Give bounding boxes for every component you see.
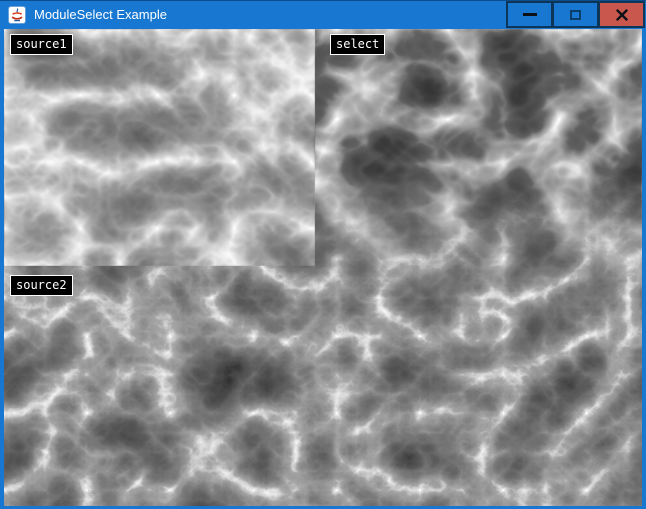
texture-source1-region: [4, 29, 315, 266]
label-source1: source1: [10, 34, 73, 55]
close-button[interactable]: [598, 1, 645, 28]
window-controls: [506, 1, 645, 29]
noise-render: [4, 29, 642, 506]
maximize-button[interactable]: [552, 1, 599, 28]
label-source2: source2: [10, 275, 73, 296]
app-window: ModuleSelect Example: [0, 0, 646, 509]
titlebar[interactable]: ModuleSelect Example: [0, 1, 646, 29]
minimize-icon: [523, 13, 537, 16]
label-select: select: [330, 34, 385, 55]
noise-canvas: source1 select source2: [4, 29, 642, 506]
minimize-button[interactable]: [506, 1, 553, 28]
close-icon: [616, 9, 628, 21]
java-app-icon: [8, 6, 26, 24]
maximize-icon: [570, 10, 581, 20]
window-title: ModuleSelect Example: [34, 1, 167, 29]
texture-select-region: [315, 29, 642, 299]
